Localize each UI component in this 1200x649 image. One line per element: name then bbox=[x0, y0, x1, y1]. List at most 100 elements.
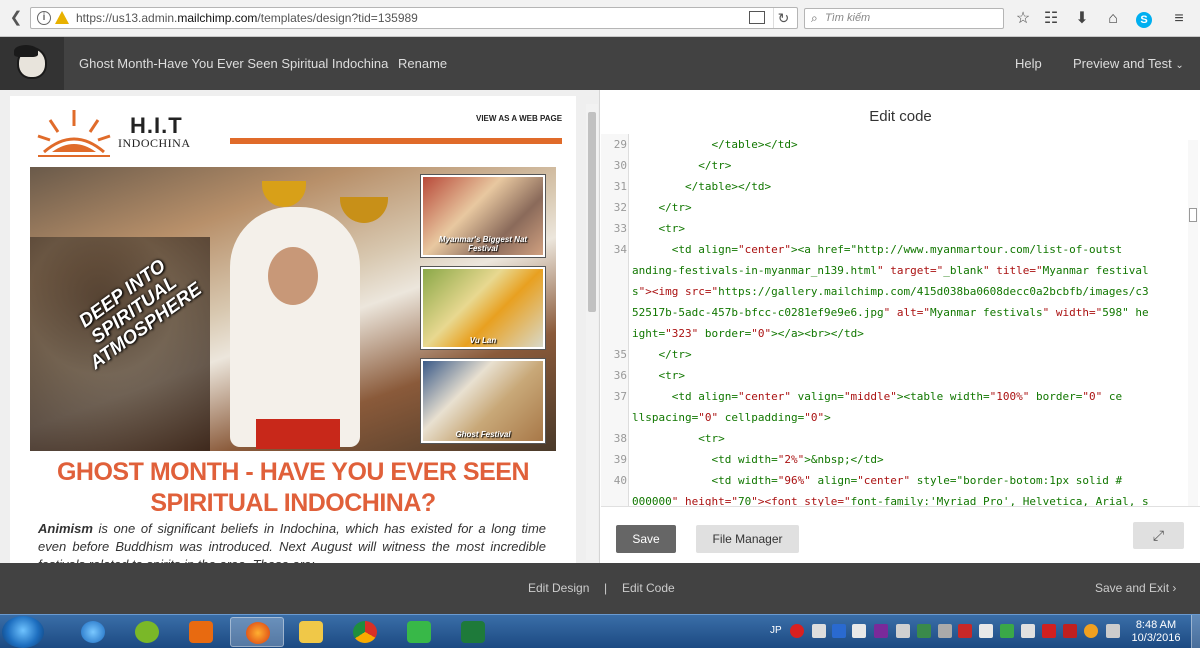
home-icon[interactable]: ⌂ bbox=[1102, 8, 1124, 30]
email-headline: GHOST MONTH - HAVE YOU EVER SEEN SPIRITU… bbox=[56, 458, 530, 517]
hero-image[interactable]: DEEP INTO SPIRITUAL ATMOSPHERE Myanmar's… bbox=[30, 167, 556, 451]
edit-design-link[interactable]: Edit Design bbox=[528, 581, 589, 595]
reload-icon[interactable]: ↻ bbox=[773, 8, 793, 28]
excel-icon bbox=[461, 621, 485, 643]
volume-icon[interactable] bbox=[1106, 624, 1120, 638]
edit-code-link[interactable]: Edit Code bbox=[622, 581, 675, 595]
folder-icon bbox=[299, 621, 323, 643]
brand-subtitle: INDOCHINA bbox=[118, 136, 191, 150]
tray-flag2-icon[interactable] bbox=[1042, 624, 1056, 638]
code-text: anding-festivals-in-myanmar_n139.html" t… bbox=[632, 264, 1149, 277]
thumbnail-caption: Vu Lan bbox=[469, 336, 497, 345]
taskbar-app-green[interactable] bbox=[120, 617, 174, 647]
code-line[interactable]: 000000" height="70"><font style="font-fa… bbox=[601, 491, 1189, 506]
tray-red2-icon[interactable] bbox=[958, 624, 972, 638]
code-text: <td align="center"><a href="http://www.m… bbox=[632, 243, 1123, 256]
view-as-web-page-link[interactable]: VIEW AS A WEB PAGE bbox=[476, 114, 562, 123]
code-text: <tr> bbox=[632, 432, 725, 445]
info-icon[interactable]: i bbox=[37, 11, 51, 25]
code-line[interactable]: 33 <tr> bbox=[601, 218, 1189, 239]
code-line[interactable]: ight="323" border="0"></a><br></td> bbox=[601, 323, 1189, 344]
code-line[interactable]: 52517b-5adc-457b-bfcc-c0281ef9e9e6.jpg" … bbox=[601, 302, 1189, 323]
thumbnail-caption: Ghost Festival bbox=[455, 430, 511, 439]
expand-icon[interactable]: ⤢ bbox=[1133, 522, 1184, 549]
code-line[interactable]: 38 <tr> bbox=[601, 428, 1189, 449]
reading-list-icon[interactable]: ☷ bbox=[1040, 8, 1062, 30]
file-manager-button[interactable]: File Manager bbox=[696, 525, 799, 553]
chevron-right-icon: › bbox=[1172, 581, 1177, 595]
taskbar-explorer[interactable] bbox=[284, 617, 338, 647]
code-line[interactable]: 29 </table></td> bbox=[601, 134, 1189, 155]
code-line[interactable]: s"><img src="https://gallery.mailchimp.c… bbox=[601, 281, 1189, 302]
tray-green-icon[interactable] bbox=[1000, 624, 1014, 638]
code-line[interactable]: 40 <td width="96%" align="center" style=… bbox=[601, 470, 1189, 491]
code-line[interactable]: 39 <td width="2%">&nbsp;</td> bbox=[601, 449, 1189, 470]
taskbar-chrome[interactable] bbox=[338, 617, 392, 647]
thumbnail-nat-festival[interactable]: Myanmar's Biggest Nat Festival bbox=[421, 175, 545, 257]
tray-monitor-icon[interactable] bbox=[938, 624, 952, 638]
app-green-icon bbox=[135, 621, 159, 643]
save-and-exit-button[interactable]: Save and Exit › bbox=[1095, 581, 1176, 595]
ime-indicator[interactable]: JP bbox=[770, 625, 782, 636]
code-line[interactable]: anding-festivals-in-myanmar_n139.html" t… bbox=[601, 260, 1189, 281]
code-line[interactable]: 37 <td align="center" valign="middle"><t… bbox=[601, 386, 1189, 407]
code-actions: Save File Manager ⤢ bbox=[601, 506, 1200, 563]
tray-blue-icon[interactable] bbox=[832, 624, 846, 638]
code-line[interactable]: 32 </tr> bbox=[601, 197, 1189, 218]
taskbar-media[interactable] bbox=[174, 617, 228, 647]
save-button[interactable]: Save bbox=[616, 525, 676, 553]
start-button[interactable] bbox=[2, 616, 44, 648]
back-icon[interactable]: ❮ bbox=[4, 7, 28, 29]
show-desktop-button[interactable] bbox=[1191, 615, 1200, 649]
code-text: </tr> bbox=[632, 201, 692, 214]
warning-icon[interactable] bbox=[55, 11, 69, 24]
tray-flag-icon[interactable] bbox=[1021, 624, 1035, 638]
tray-sync-icon[interactable] bbox=[979, 624, 993, 638]
tray-shield-icon[interactable] bbox=[852, 624, 866, 638]
taskbar-excel[interactable] bbox=[446, 617, 500, 647]
taskbar-app-screen[interactable] bbox=[392, 617, 446, 647]
code-line[interactable]: 35 </tr> bbox=[601, 344, 1189, 365]
code-line[interactable]: 36 <tr> bbox=[601, 365, 1189, 386]
system-clock[interactable]: 8:48 AM 10/3/2016 bbox=[1126, 619, 1186, 645]
preview-and-test-button[interactable]: Preview and Test ⌄ bbox=[1073, 56, 1184, 71]
tray-red-icon[interactable] bbox=[790, 624, 804, 638]
menu-icon[interactable]: ≡ bbox=[1168, 8, 1190, 30]
line-number: 39 bbox=[613, 453, 627, 466]
code-line[interactable]: 30 </tr> bbox=[601, 155, 1189, 176]
email-intro: Animism is one of significant beliefs in… bbox=[38, 520, 546, 563]
reader-view-icon[interactable] bbox=[749, 11, 765, 24]
mailchimp-logo-icon[interactable] bbox=[0, 37, 64, 90]
taskbar-firefox[interactable] bbox=[230, 617, 284, 647]
code-line[interactable]: llspacing="0" cellpadding="0"> bbox=[601, 407, 1189, 428]
taskbar-ie[interactable] bbox=[66, 617, 120, 647]
bookmark-star-icon[interactable]: ☆ bbox=[1012, 8, 1034, 30]
code-text: </tr> bbox=[632, 159, 732, 172]
code-scrollbar[interactable] bbox=[1188, 140, 1198, 506]
line-number: 38 bbox=[613, 432, 627, 445]
editor-footer: Edit Design | Edit Code Save and Exit › bbox=[0, 563, 1200, 614]
tray-orange-icon[interactable] bbox=[1084, 624, 1098, 638]
tray-font-icon[interactable] bbox=[812, 624, 826, 638]
tray-display-icon[interactable] bbox=[917, 624, 931, 638]
search-input[interactable]: ⌕ Tìm kiếm bbox=[804, 8, 1004, 29]
thumbnail-vu-lan[interactable]: Vu Lan bbox=[421, 267, 545, 349]
skype-icon[interactable]: S bbox=[1133, 8, 1155, 30]
code-editor[interactable]: 29 </table></td> 30 </tr> 31 </table></td>… bbox=[601, 134, 1189, 506]
line-number: 32 bbox=[613, 201, 627, 214]
code-line[interactable]: 34 <td align="center"><a href="http://ww… bbox=[601, 239, 1189, 260]
code-line[interactable]: 31 </table></td> bbox=[601, 176, 1189, 197]
preview-scrollbar[interactable] bbox=[586, 104, 598, 560]
line-number: 30 bbox=[613, 159, 627, 172]
tray-v-icon[interactable] bbox=[1063, 624, 1077, 638]
code-text: s"><img src="https://gallery.mailchimp.c… bbox=[632, 285, 1149, 298]
media-player-icon bbox=[189, 621, 213, 643]
tray-onenote-icon[interactable] bbox=[874, 624, 888, 638]
code-text: </table></td> bbox=[632, 180, 772, 193]
address-bar[interactable]: i https://us13.admin.mailchimp.com/templ… bbox=[30, 7, 798, 29]
download-icon[interactable]: ⬇ bbox=[1071, 8, 1093, 30]
thumbnail-ghost-festival[interactable]: Ghost Festival bbox=[421, 359, 545, 443]
help-link[interactable]: Help bbox=[1015, 56, 1042, 71]
rename-button[interactable]: Rename bbox=[398, 56, 447, 71]
tray-network-icon[interactable] bbox=[896, 624, 910, 638]
